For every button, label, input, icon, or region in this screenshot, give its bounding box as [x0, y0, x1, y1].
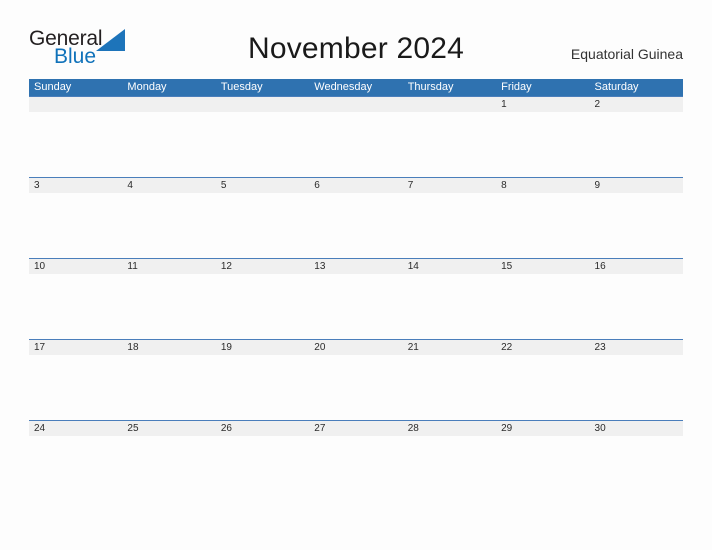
page-header: General Blue November 2024 Equatorial Gu…: [0, 0, 712, 67]
day-cell[interactable]: 16: [590, 259, 683, 274]
day-cell[interactable]: 26: [216, 421, 309, 436]
week-date-band: 24 25 26 27 28 29 30: [29, 420, 683, 436]
day-cell[interactable]: 23: [590, 340, 683, 355]
week-date-band: 3 4 5 6 7 8 9: [29, 177, 683, 193]
day-cell[interactable]: 19: [216, 340, 309, 355]
day-cell[interactable]: 4: [122, 178, 215, 193]
calendar-grid: Sunday Monday Tuesday Wednesday Thursday…: [29, 79, 683, 502]
region-label: Equatorial Guinea: [570, 46, 683, 62]
week-row: 24 25 26 27 28 29 30: [29, 420, 683, 502]
day-cell[interactable]: [309, 97, 402, 112]
day-cell[interactable]: 5: [216, 178, 309, 193]
day-cell[interactable]: 25: [122, 421, 215, 436]
day-cell[interactable]: 2: [590, 97, 683, 112]
weekday-header-wednesday: Wednesday: [314, 81, 373, 93]
week-row: 10 11 12 13 14 15 16: [29, 258, 683, 340]
day-cell[interactable]: 11: [122, 259, 215, 274]
day-cell[interactable]: 10: [29, 259, 122, 274]
week-body: [29, 274, 683, 340]
day-cell[interactable]: 9: [590, 178, 683, 193]
day-cell[interactable]: 30: [590, 421, 683, 436]
week-date-band: 1 2: [29, 96, 683, 112]
day-cell[interactable]: 27: [309, 421, 402, 436]
day-cell[interactable]: 29: [496, 421, 589, 436]
day-cell[interactable]: 17: [29, 340, 122, 355]
week-body: [29, 193, 683, 259]
week-body: [29, 355, 683, 421]
day-cell[interactable]: 15: [496, 259, 589, 274]
day-cell[interactable]: 1: [496, 97, 589, 112]
week-date-band: 10 11 12 13 14 15 16: [29, 258, 683, 274]
day-cell[interactable]: [29, 97, 122, 112]
weekday-header-monday: Monday: [127, 81, 167, 93]
day-cell[interactable]: 24: [29, 421, 122, 436]
day-cell[interactable]: 13: [309, 259, 402, 274]
day-cell[interactable]: 22: [496, 340, 589, 355]
day-cell[interactable]: 3: [29, 178, 122, 193]
week-body: [29, 436, 683, 502]
day-cell[interactable]: 6: [309, 178, 402, 193]
weekday-header-tuesday: Tuesday: [220, 81, 263, 93]
day-cell[interactable]: 18: [122, 340, 215, 355]
day-cell[interactable]: 28: [403, 421, 496, 436]
day-cell[interactable]: 20: [309, 340, 402, 355]
weekday-header-thursday: Thursday: [407, 81, 454, 93]
week-row: 17 18 19 20 21 22 23: [29, 339, 683, 421]
weekday-header-saturday: Saturday: [594, 81, 639, 93]
day-cell[interactable]: [122, 97, 215, 112]
day-cell[interactable]: 14: [403, 259, 496, 274]
week-row: 1 2: [29, 96, 683, 178]
day-cell[interactable]: 7: [403, 178, 496, 193]
day-cell[interactable]: 12: [216, 259, 309, 274]
calendar-page: { "brand": { "word_one": "General", "wor…: [0, 0, 712, 550]
day-cell[interactable]: [403, 97, 496, 112]
week-date-band: 17 18 19 20 21 22 23: [29, 339, 683, 355]
weekday-header-row: Sunday Monday Tuesday Wednesday Thursday…: [29, 79, 683, 96]
day-cell[interactable]: 8: [496, 178, 589, 193]
weekday-header-sunday: Sunday: [34, 81, 72, 93]
week-row: 3 4 5 6 7 8 9: [29, 177, 683, 259]
day-cell[interactable]: 21: [403, 340, 496, 355]
day-cell[interactable]: [216, 97, 309, 112]
week-body: [29, 112, 683, 178]
weekday-header-friday: Friday: [501, 81, 532, 93]
